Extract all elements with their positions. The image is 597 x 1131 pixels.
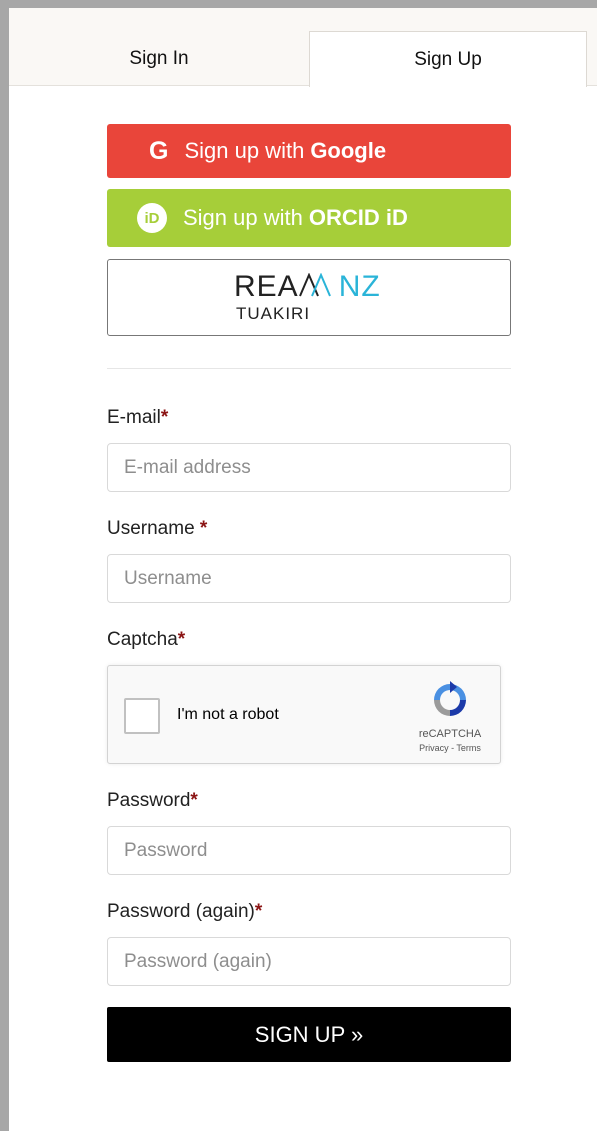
sign-up-button[interactable]: SIGN UP »	[107, 1007, 511, 1062]
required-mark: *	[177, 629, 186, 650]
reannz-logo-double-caret	[298, 272, 331, 297]
reannz-logo: REA NZ	[234, 271, 381, 303]
required-mark: *	[190, 790, 198, 811]
reannz-logo-main: REA	[234, 270, 299, 303]
tab-bar: Sign In Sign Up	[9, 8, 597, 87]
tab-sign-up[interactable]: Sign Up	[309, 31, 587, 87]
password-again-field[interactable]	[107, 937, 511, 986]
required-mark: *	[254, 901, 263, 922]
required-mark: *	[199, 518, 208, 539]
recaptcha-brand: reCAPTCHA	[418, 728, 482, 740]
recaptcha-label: I'm not a robot	[177, 706, 279, 723]
password-label-text: Password	[107, 790, 191, 811]
password-again-label: Password (again)*	[107, 901, 511, 923]
orcid-button-prefix: Sign up with	[183, 205, 303, 230]
email-label-text: E-mail	[107, 407, 161, 428]
section-divider	[107, 368, 511, 369]
reannz-logo-accent: NZ	[338, 270, 381, 303]
auth-panel: Sign In Sign Up G Sign up with Google iD…	[9, 8, 597, 1131]
orcid-signup-button[interactable]: iD Sign up with ORCID iD	[107, 189, 511, 247]
captcha-label: Captcha*	[107, 629, 511, 651]
recaptcha-links[interactable]: Privacy - Terms	[409, 743, 491, 753]
username-label: Username *	[107, 518, 511, 540]
recaptcha-checkbox[interactable]	[124, 698, 160, 734]
orcid-icon: iD	[137, 203, 167, 233]
google-button-prefix: Sign up with	[184, 138, 305, 163]
username-label-text: Username	[107, 518, 200, 539]
google-signup-button[interactable]: G Sign up with Google	[107, 124, 511, 178]
required-mark: *	[160, 407, 169, 428]
tuakiri-signup-button[interactable]: REA NZ TUAKIRI	[107, 259, 511, 336]
tuakiri-label: TUAKIRI	[236, 304, 311, 323]
recaptcha-widget: I'm not a robot reCAPTCHA Privacy - Term…	[107, 665, 501, 764]
window-frame-top	[0, 0, 597, 8]
email-field[interactable]	[107, 443, 511, 492]
google-icon: G	[149, 136, 169, 165]
signup-form: G Sign up with Google iD Sign up with OR…	[107, 124, 511, 1062]
password-label: Password*	[107, 790, 511, 812]
orcid-button-provider: ORCID iD	[308, 205, 408, 230]
email-label: E-mail*	[107, 407, 511, 429]
google-button-provider: Google	[310, 138, 387, 163]
window-frame-left	[0, 0, 9, 1131]
password-field[interactable]	[107, 826, 511, 875]
captcha-label-text: Captcha	[107, 629, 178, 650]
tab-sign-in[interactable]: Sign In	[9, 31, 309, 87]
recaptcha-icon	[434, 681, 466, 716]
password-again-label-text: Password (again)	[107, 901, 255, 922]
username-field[interactable]	[107, 554, 511, 603]
